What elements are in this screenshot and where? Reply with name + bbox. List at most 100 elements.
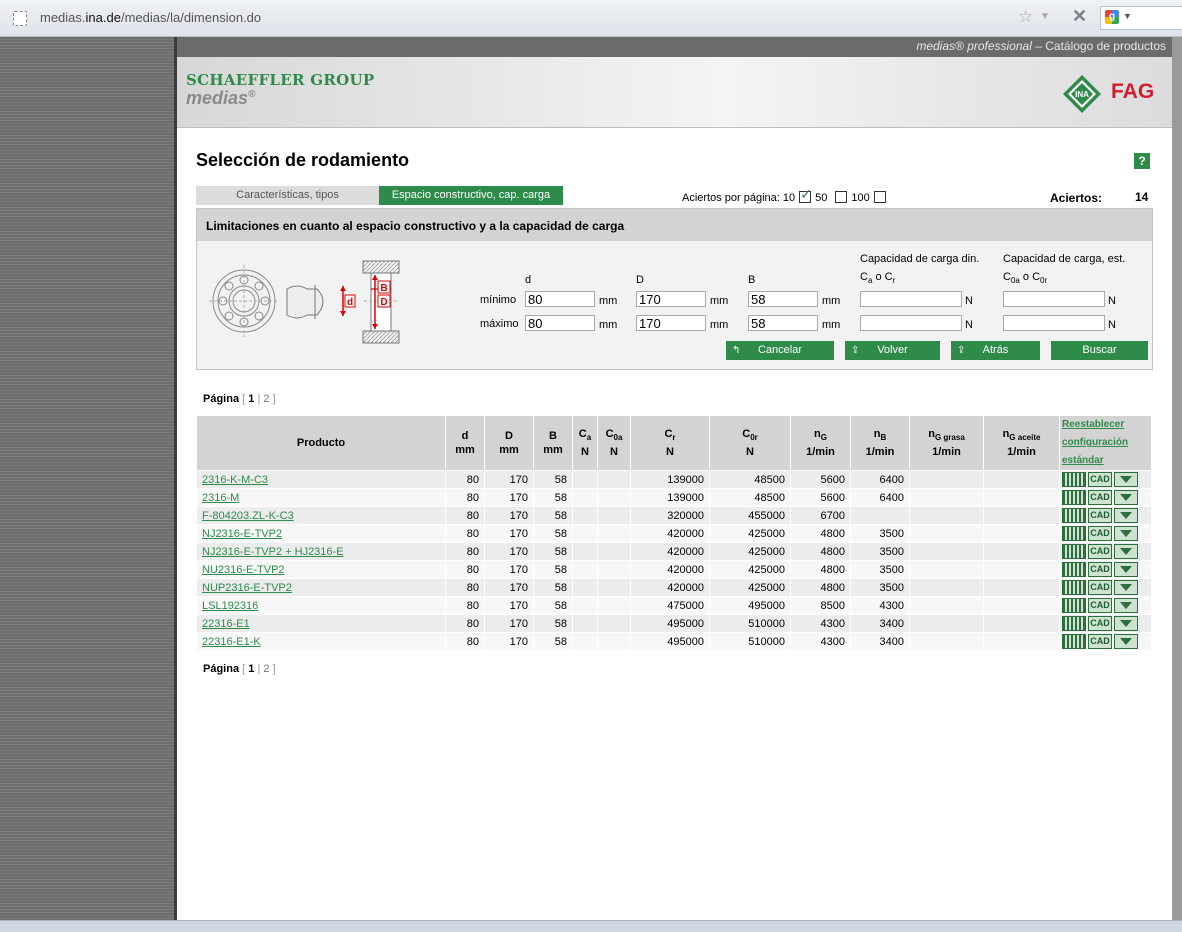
details-icon[interactable] <box>1062 526 1086 541</box>
unit-mm: mm <box>599 319 618 331</box>
cancel-button[interactable]: ↰ Cancelar <box>726 341 834 360</box>
checkbox-10[interactable] <box>835 191 848 203</box>
back-button[interactable]: ⇪ Volver <box>845 341 940 360</box>
cart-icon[interactable] <box>1114 634 1138 649</box>
product-link[interactable]: 22316-E1-K <box>202 636 261 648</box>
schaeffler-logo[interactable]: SCHAEFFLER GROUP <box>186 71 374 89</box>
cart-icon[interactable] <box>1114 616 1138 631</box>
col-C0r[interactable]: C0r N <box>709 415 791 471</box>
col-nG[interactable]: nG 1/min <box>790 415 851 471</box>
bookmark-star-icon[interactable]: ☆ <box>1018 7 1033 27</box>
product-link[interactable]: LSL192316 <box>202 600 258 612</box>
cart-icon[interactable] <box>1114 490 1138 505</box>
ina-logo[interactable]: INA <box>1062 74 1102 114</box>
cart-icon[interactable] <box>1114 580 1138 595</box>
cad-button[interactable]: CAD <box>1088 598 1112 613</box>
col-C0a[interactable]: C0a N <box>597 415 631 471</box>
product-link[interactable]: F-804203.ZL-K-C3 <box>202 510 294 522</box>
cart-icon[interactable] <box>1114 598 1138 613</box>
col-B[interactable]: Bmm <box>533 415 573 471</box>
page-1-link[interactable]: 1 <box>248 393 254 405</box>
cart-icon[interactable] <box>1114 562 1138 577</box>
product-cell: 22316-E1 <box>196 614 446 633</box>
actions-cell: CAD <box>1059 578 1152 597</box>
cell-Cr: 495000 <box>630 632 710 651</box>
pagination-bottom: Página [ 1 | 2 ] <box>203 663 276 675</box>
medias-logo[interactable]: medias® <box>186 88 255 109</box>
reset-settings-link[interactable]: Reestablecer configuración estándar <box>1059 415 1152 471</box>
product-link[interactable]: 22316-E1 <box>202 618 250 630</box>
B-max-input[interactable]: 58 <box>748 315 818 331</box>
cad-button[interactable]: CAD <box>1088 508 1112 523</box>
cad-button[interactable]: CAD <box>1088 490 1112 505</box>
cart-icon[interactable] <box>1114 472 1138 487</box>
product-link[interactable]: NJ2316-E-TVP2 <box>202 528 282 540</box>
stop-icon[interactable]: ✕ <box>1072 6 1087 27</box>
d-max-input[interactable]: 80 <box>525 315 595 331</box>
chevron-down-icon[interactable]: ▼ <box>1040 11 1050 22</box>
product-link[interactable]: 2316-K-M-C3 <box>202 474 268 486</box>
dyn-max-input[interactable] <box>860 315 962 331</box>
dyn-min-input[interactable] <box>860 291 962 307</box>
back-label: Volver <box>877 344 908 356</box>
D-max-input[interactable]: 170 <box>636 315 706 331</box>
cad-button[interactable]: CAD <box>1088 472 1112 487</box>
tab-characteristics[interactable]: Características, tipos <box>196 186 379 205</box>
cad-button[interactable]: CAD <box>1088 526 1112 541</box>
search-box[interactable]: g ▼ <box>1100 6 1182 30</box>
cell-C0a <box>597 596 631 615</box>
page-2-link[interactable]: 2 <box>263 663 269 675</box>
cad-button[interactable]: CAD <box>1088 634 1112 649</box>
col-Cr[interactable]: Cr N <box>630 415 710 471</box>
cart-icon[interactable] <box>1114 508 1138 523</box>
product-link[interactable]: NUP2316-E-TVP2 <box>202 582 292 594</box>
details-icon[interactable] <box>1062 580 1086 595</box>
product-link[interactable]: NJ2316-E-TVP2 + HJ2316-E <box>202 546 344 558</box>
address-bar[interactable]: medias.ina.de/medias/la/dimension.do <box>40 10 261 25</box>
help-button[interactable]: ? <box>1134 153 1150 169</box>
page-2-link[interactable]: 2 <box>263 393 269 405</box>
cart-icon[interactable] <box>1114 544 1138 559</box>
details-icon[interactable] <box>1062 544 1086 559</box>
page-icon <box>13 11 27 26</box>
B-min-input[interactable]: 58 <box>748 291 818 307</box>
details-icon[interactable] <box>1062 634 1086 649</box>
details-icon[interactable] <box>1062 598 1086 613</box>
tab-dimensions[interactable]: Espacio constructivo, cap. carga <box>379 186 563 205</box>
col-Ca[interactable]: Ca N <box>572 415 598 471</box>
D-min-input[interactable]: 170 <box>636 291 706 307</box>
details-icon[interactable] <box>1062 616 1086 631</box>
page-1-link[interactable]: 1 <box>248 663 254 675</box>
previous-label: Atrás <box>982 344 1009 356</box>
col-d[interactable]: d mm <box>445 415 485 471</box>
details-icon[interactable] <box>1062 472 1086 487</box>
col-product[interactable]: Producto <box>196 415 446 471</box>
checkbox-100[interactable] <box>873 191 886 203</box>
d-min-input[interactable]: 80 <box>525 291 595 307</box>
fag-logo[interactable]: FAG <box>1111 80 1154 104</box>
cad-button[interactable]: CAD <box>1088 544 1112 559</box>
col-nG-oil[interactable]: nG aceite 1/min <box>983 415 1060 471</box>
cell-D: 170 <box>484 488 534 507</box>
unit-N: N <box>1108 319 1116 331</box>
stat-min-input[interactable] <box>1003 291 1105 307</box>
cad-button[interactable]: CAD <box>1088 580 1112 595</box>
cell-nGa <box>983 596 1060 615</box>
product-link[interactable]: 2316-M <box>202 492 239 504</box>
product-link[interactable]: NU2316-E-TVP2 <box>202 564 285 576</box>
actions-cell: CAD <box>1059 560 1152 579</box>
details-icon[interactable] <box>1062 562 1086 577</box>
details-icon[interactable] <box>1062 490 1086 505</box>
details-icon[interactable] <box>1062 508 1086 523</box>
col-nG-grease[interactable]: nG grasa 1/min <box>909 415 984 471</box>
previous-button[interactable]: ⇪ Atrás <box>951 341 1040 360</box>
stat-max-input[interactable] <box>1003 315 1105 331</box>
cad-button[interactable]: CAD <box>1088 616 1112 631</box>
search-button[interactable]: Buscar <box>1051 341 1148 360</box>
checkbox-50[interactable] <box>799 186 812 203</box>
col-nB[interactable]: nB 1/min <box>850 415 910 471</box>
chevron-down-icon[interactable]: ▼ <box>1123 11 1132 21</box>
cart-icon[interactable] <box>1114 526 1138 541</box>
col-D[interactable]: Dmm <box>484 415 534 471</box>
cad-button[interactable]: CAD <box>1088 562 1112 577</box>
